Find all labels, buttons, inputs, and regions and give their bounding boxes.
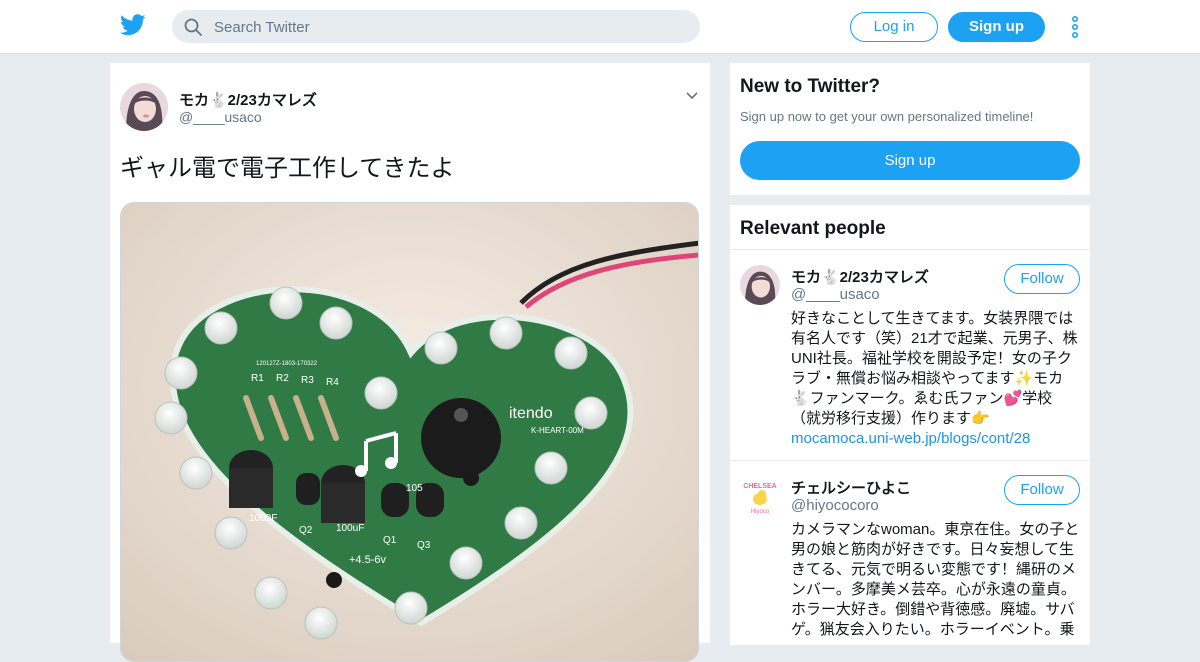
board-label: R4 — [326, 377, 339, 388]
divider — [730, 249, 1090, 250]
person-avatar[interactable]: CHELSEA Hiyoco — [740, 476, 780, 516]
search-box[interactable] — [172, 10, 700, 45]
vertical-ellipsis-icon[interactable] — [1070, 15, 1080, 39]
board-label: R2 — [276, 373, 289, 384]
relevant-people-card: Relevant people モカ🐇2/23カマレズ @____usaco F… — [730, 205, 1090, 645]
signup-button[interactable]: Sign up — [948, 12, 1045, 42]
follow-button[interactable]: Follow — [1004, 264, 1080, 294]
bio-line: UNI社長。福祉学校を開設予定！女の子ク — [791, 350, 1072, 367]
bio-line: 男の娘と筋肉が好きです。日々妄想して生 — [791, 541, 1075, 558]
board-label: Q2 — [299, 525, 313, 536]
follow-button[interactable]: Follow — [1004, 475, 1080, 505]
person-name[interactable]: モカ🐇2/23カマレズ — [791, 266, 929, 287]
bio-line: 有名人です（笑）21才で起業、元男子、株 — [791, 330, 1078, 347]
board-label: R3 — [301, 375, 314, 386]
signup-card: New to Twitter? Sign up now to get your … — [730, 63, 1090, 195]
bio-line: ゲ。猟友会入りたい。ホラーイベント。乗 — [791, 621, 1075, 638]
board-label: Q3 — [417, 540, 431, 551]
signup-card-button[interactable]: Sign up — [740, 141, 1080, 180]
board-label: 1000F — [249, 513, 277, 524]
login-button[interactable]: Log in — [850, 12, 938, 42]
author-name[interactable]: モカ🐇2/23カマレズ — [179, 89, 317, 110]
bio-line: ンバー。多摩美メ芸卒。心が永遠の童貞。 — [791, 581, 1076, 598]
avatar-text: Hiyoco — [751, 509, 770, 515]
author-avatar[interactable] — [120, 83, 168, 131]
board-label: +4.5-6v — [349, 554, 386, 566]
circuit-board-photo: R1 R2 R3 R4 itendo 1000F Q2 100uF Q1 Q3 … — [121, 203, 698, 661]
board-label: K-HEART-00M — [531, 426, 584, 435]
person-bio: 好きなことして生きてます。女装界隈では 有名人です（笑）21才で起業、元男子、株… — [791, 309, 1083, 449]
search-input[interactable] — [212, 10, 686, 45]
tweet-card: モカ🐇2/23カマレズ @____usaco ギャル電で電子工作してきたよ R1… — [110, 63, 710, 662]
person-handle[interactable]: @____usaco — [791, 286, 880, 303]
board-label: itendo — [509, 405, 553, 422]
author-handle[interactable]: @____usaco — [179, 109, 262, 125]
avatar-text: CHELSEA — [743, 483, 776, 490]
divider — [730, 460, 1090, 461]
twitter-bird-icon[interactable] — [120, 14, 146, 36]
signup-card-title: New to Twitter? — [740, 76, 881, 97]
person-handle[interactable]: @hiyococoro — [791, 497, 879, 514]
person-name[interactable]: チェルシーひよこ — [791, 477, 911, 498]
chevron-down-icon[interactable] — [686, 91, 698, 101]
bio-line: きてる、元気で明るい変態です！縄研のメ — [791, 561, 1077, 578]
bio-line: 🐇ファンマーク。ゑむ氏ファン💕学校 — [791, 390, 1053, 407]
board-label: 100uF — [336, 523, 364, 534]
board-label: 120127Z-1803-170322 — [256, 361, 318, 367]
person-bio: カメラマンなwoman。東京在住。女の子と 男の娘と筋肉が好きです。日々妄想して… — [791, 520, 1083, 640]
board-label: R1 — [251, 373, 264, 384]
person-avatar[interactable] — [740, 265, 780, 305]
tweet-text: ギャル電で電子工作してきたよ — [120, 155, 455, 182]
search-icon — [184, 18, 202, 36]
bio-line: ホラー大好き。倒錯や背徳感。廃墟。サバ — [791, 601, 1075, 618]
bio-line: カメラマンなwoman。東京在住。女の子と — [791, 521, 1080, 538]
tweet-photo[interactable]: R1 R2 R3 R4 itendo 1000F Q2 100uF Q1 Q3 … — [120, 202, 699, 662]
top-navigation-bar: Log in Sign up — [0, 0, 1200, 54]
bio-line: （就労移行支援）作ります👉 — [791, 410, 990, 427]
bio-line: 好きなことして生きてます。女装界隈では — [791, 310, 1074, 327]
board-label: 105 — [406, 483, 423, 494]
bio-link[interactable]: mocamoca.uni-web.jp/blogs/cont/28 — [791, 429, 1083, 449]
signup-card-subtitle: Sign up now to get your own personalized… — [740, 109, 1034, 124]
board-label: Q1 — [383, 535, 397, 546]
relevant-people-title: Relevant people — [740, 218, 886, 239]
bio-line: ラブ・無償お悩み相談やってます✨モカ — [791, 370, 1064, 387]
